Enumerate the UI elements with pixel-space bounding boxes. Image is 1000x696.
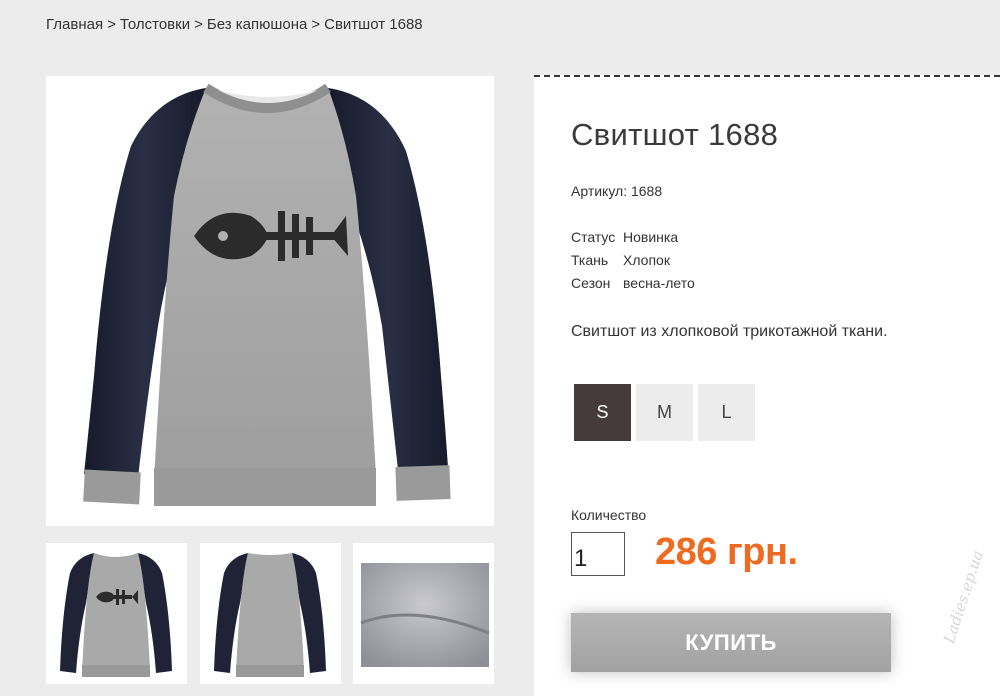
breadcrumb-current: Свитшот 1688	[324, 16, 423, 33]
sweatshirt-front-thumb	[60, 553, 172, 677]
size-option-s[interactable]: S	[574, 384, 631, 441]
property-value: Хлопок	[623, 252, 670, 268]
product-title: Свитшот 1688	[571, 117, 779, 152]
product-description: Свитшот из хлопковой трикотажной ткани.	[571, 323, 888, 340]
quantity-input[interactable]	[571, 532, 625, 576]
breadcrumb-separator: >	[311, 16, 321, 33]
size-selector: S M L	[574, 384, 755, 441]
property-key: Сезон	[571, 275, 611, 291]
sku-label: Артикул:	[571, 183, 628, 199]
fabric-closeup-thumb	[353, 543, 494, 684]
property-row-status: Статус Новинка	[571, 229, 695, 252]
breadcrumb: Главная > Толстовки > Без капюшона > Свитшот 1…	[46, 16, 423, 33]
sku-value: 1688	[630, 183, 663, 199]
product-properties: Статус Новинка Ткань Хлопок Сезон весна-…	[571, 229, 695, 298]
sweatshirt-back-thumb	[214, 553, 326, 677]
product-price: 286 грн.	[655, 531, 798, 573]
property-key: Статус	[571, 229, 616, 245]
sweatshirt-front-image	[83, 83, 451, 506]
breadcrumb-hoodies[interactable]: Толстовки	[120, 16, 190, 33]
thumbnail-front[interactable]	[46, 543, 187, 684]
property-value: Новинка	[623, 229, 679, 245]
size-option-m[interactable]: M	[636, 384, 693, 441]
property-key: Ткань	[571, 252, 609, 268]
buy-button[interactable]: КУПИТЬ	[571, 613, 891, 672]
property-row-season: Сезон весна-лето	[571, 275, 695, 298]
product-main-image[interactable]	[46, 76, 494, 526]
breadcrumb-separator: >	[107, 16, 116, 33]
breadcrumb-separator: >	[194, 16, 203, 33]
quantity-label: Количество	[571, 507, 647, 523]
thumbnail-fabric[interactable]	[353, 543, 494, 684]
thumbnail-back[interactable]	[200, 543, 341, 684]
property-row-fabric: Ткань Хлопок	[571, 252, 695, 275]
size-option-l[interactable]: L	[698, 384, 755, 441]
product-sku: Артикул: 1688	[571, 183, 662, 199]
product-info-panel: Свитшот 1688 Артикул: 1688 Статус Новинк…	[534, 75, 1000, 696]
breadcrumb-no-hood[interactable]: Без капюшона	[207, 16, 308, 33]
property-value: весна-лето	[623, 275, 695, 291]
breadcrumb-home[interactable]: Главная	[46, 16, 103, 33]
